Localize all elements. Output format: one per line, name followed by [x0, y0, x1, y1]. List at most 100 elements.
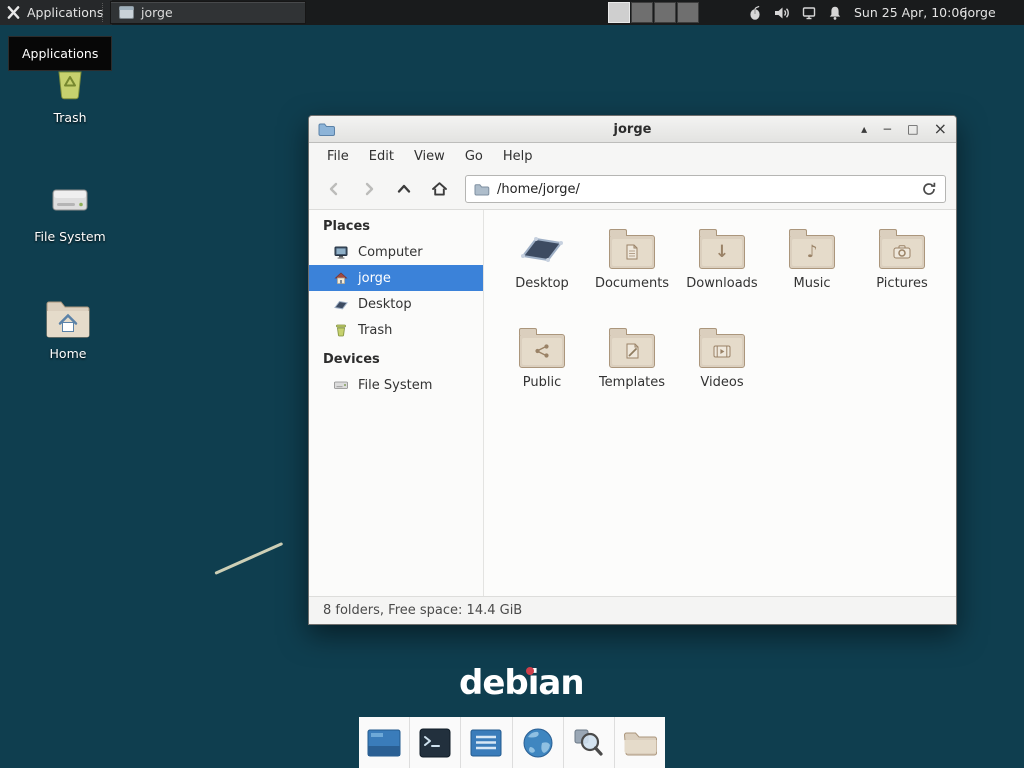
show-desktop-icon	[367, 729, 401, 757]
folder-documents[interactable]: Documents	[587, 222, 677, 321]
user-home-icon	[333, 270, 349, 286]
file-manager-window: jorge ▴ − □ × File Edit View Go Help	[308, 115, 957, 625]
video-emblem-icon	[713, 345, 731, 358]
home-folder-icon	[45, 297, 91, 339]
taskbar-window-button[interactable]: jorge	[110, 1, 306, 24]
reload-icon[interactable]	[921, 181, 937, 197]
desktop-icon-home[interactable]: Home	[23, 297, 113, 361]
menu-help[interactable]: Help	[493, 145, 543, 168]
home-icon	[430, 180, 449, 198]
dock-app-finder-button[interactable]	[563, 717, 614, 768]
window-title: jorge	[309, 122, 956, 137]
close-button[interactable]: ×	[934, 121, 947, 137]
trash-icon	[333, 322, 349, 338]
taskbar-window-icon	[119, 6, 134, 19]
path-input[interactable]: /home/jorge/	[497, 182, 914, 197]
bell-icon[interactable]	[827, 5, 843, 21]
sidebar-item-jorge[interactable]: jorge	[309, 265, 483, 291]
folder-icon	[609, 235, 655, 269]
dock-web-browser-button[interactable]	[512, 717, 563, 768]
taskbar-window-label: jorge	[141, 5, 173, 20]
folder-icon: ↓	[699, 235, 745, 269]
folder-public[interactable]: Public	[497, 321, 587, 420]
drive-icon	[333, 377, 349, 393]
dock-terminal-button[interactable]	[409, 717, 460, 768]
folder-pictures[interactable]: Pictures	[857, 222, 947, 321]
folder-templates[interactable]: Templates	[587, 321, 677, 420]
workspace-4[interactable]	[677, 2, 699, 23]
desktop-icon	[333, 296, 349, 312]
sidebar-item-computer[interactable]: Computer	[309, 239, 483, 265]
folder-desktop[interactable]: Desktop	[497, 222, 587, 321]
dock-show-desktop-button[interactable]	[359, 717, 409, 768]
toolbar: /home/jorge/	[309, 169, 956, 210]
menu-edit[interactable]: Edit	[359, 145, 404, 168]
sidebar-item-trash[interactable]: Trash	[309, 317, 483, 343]
applications-tooltip: Applications	[8, 36, 112, 71]
panel-user-label[interactable]: jorge	[964, 0, 996, 25]
sidebar-item-file-system[interactable]: File System	[309, 372, 483, 398]
desktop-icon-label: File System	[34, 229, 106, 244]
clock[interactable]: Sun 25 Apr, 10:06	[854, 0, 967, 25]
computer-icon	[333, 244, 349, 260]
folder-downloads[interactable]: ↓ Downloads	[677, 222, 767, 321]
forward-button[interactable]	[354, 175, 384, 203]
sidebar-item-label: Trash	[358, 323, 392, 338]
workspace-switcher	[608, 2, 699, 23]
web-browser-icon	[522, 727, 554, 759]
workspace-1[interactable]	[608, 2, 630, 23]
status-bar: 8 folders, Free space: 14.4 GiB	[309, 596, 956, 624]
folder-icon	[609, 334, 655, 368]
mouse-tray-icon[interactable]	[747, 5, 763, 21]
folder-label: Pictures	[876, 276, 927, 291]
folder-label: Public	[523, 375, 561, 390]
up-button[interactable]	[389, 175, 419, 203]
window-titlebar[interactable]: jorge ▴ − □ ×	[309, 116, 956, 143]
folder-icon	[879, 235, 925, 269]
folder-music[interactable]: ♪ Music	[767, 222, 857, 321]
debian-red-dot-icon	[526, 667, 534, 675]
panel-separator	[102, 3, 107, 22]
desktop-icon-label: Home	[50, 346, 87, 361]
download-emblem-icon: ↓	[700, 236, 744, 268]
music-emblem-icon: ♪	[790, 236, 834, 268]
maximize-button[interactable]: □	[907, 123, 918, 135]
folder-icon	[623, 729, 657, 757]
folder-videos[interactable]: Videos	[677, 321, 767, 420]
dock-panel	[359, 717, 665, 768]
sidebar: Places Computer jorge	[309, 210, 484, 596]
menu-view[interactable]: View	[404, 145, 455, 168]
window-controls: ▴ − □ ×	[861, 121, 947, 137]
wallpaper-swoosh	[214, 542, 283, 575]
sidebar-header-places: Places	[309, 210, 483, 239]
debian-logo: debian	[459, 663, 584, 703]
applications-menu-button[interactable]: Applications	[0, 0, 112, 25]
home-button[interactable]	[424, 175, 454, 203]
display-tray-icon[interactable]	[801, 5, 817, 21]
dock-file-manager-button[interactable]	[460, 717, 511, 768]
template-emblem-icon	[625, 343, 640, 359]
menu-go[interactable]: Go	[455, 145, 493, 168]
desktop-icon-file-system[interactable]: File System	[25, 178, 115, 244]
workspace-3[interactable]	[654, 2, 676, 23]
debian-logo-text: debian	[459, 663, 584, 703]
sidebar-item-label: File System	[358, 378, 432, 393]
back-button[interactable]	[319, 175, 349, 203]
file-icon-view: Desktop Documents ↓	[485, 210, 956, 596]
minimize-button[interactable]: −	[882, 123, 892, 135]
path-bar[interactable]: /home/jorge/	[465, 175, 946, 203]
sidebar-item-label: jorge	[358, 271, 391, 286]
volume-icon[interactable]	[773, 5, 791, 21]
share-emblem-icon	[534, 343, 550, 359]
window-body: Places Computer jorge	[309, 210, 956, 596]
sidebar-item-desktop[interactable]: Desktop	[309, 291, 483, 317]
file-manager-icon	[470, 729, 502, 757]
top-panel: Applications jorge	[0, 0, 1024, 25]
applications-menu-icon	[6, 5, 21, 20]
sidebar-item-label: Computer	[358, 245, 423, 260]
shade-button[interactable]: ▴	[861, 123, 867, 135]
dock-folder-button[interactable]	[614, 717, 665, 768]
workspace-2[interactable]	[631, 2, 653, 23]
back-icon	[325, 180, 343, 198]
menu-file[interactable]: File	[317, 145, 359, 168]
